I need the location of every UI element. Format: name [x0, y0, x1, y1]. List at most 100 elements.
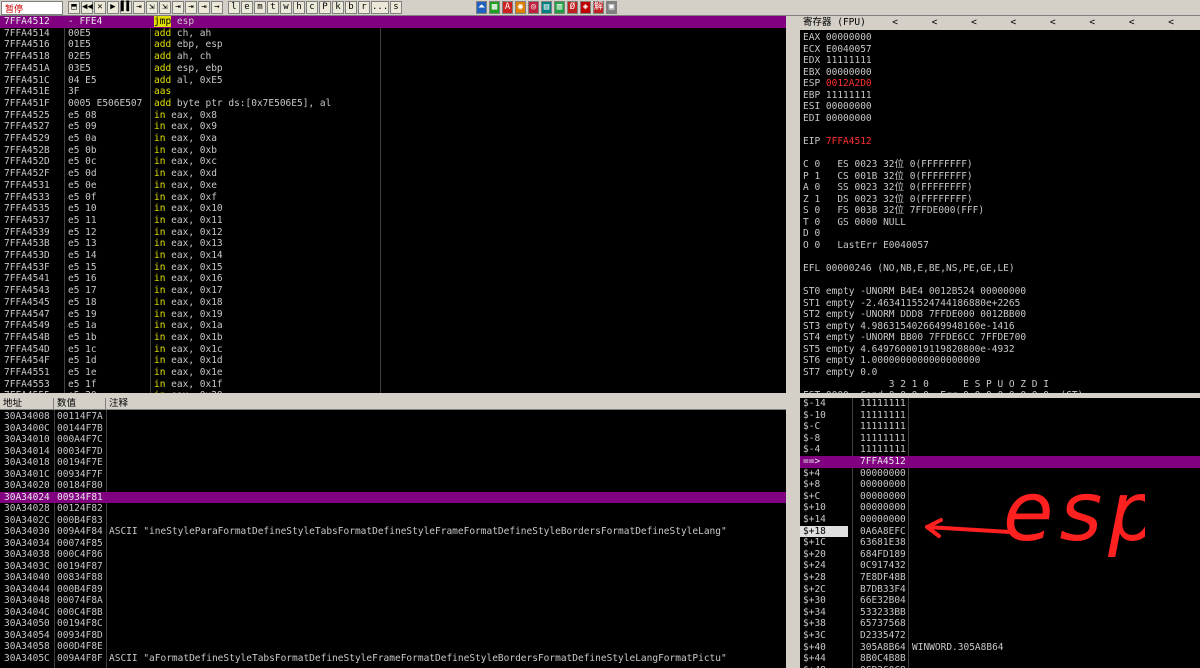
disasm-row[interactable]: 7FFA4543 e5 17 in eax, 0x17 [0, 285, 786, 297]
disasm-row[interactable]: 7FFA4553 e5 1f in eax, 0x1f [0, 379, 786, 391]
disasm-row[interactable]: 7FFA451E 3F aas [0, 86, 786, 98]
disasm-row[interactable]: 7FFA4537 e5 11 in eax, 0x11 [0, 215, 786, 227]
toolbar-icon[interactable]: ▦ [489, 1, 500, 14]
register-line[interactable]: EFL 00000246 (NO,NB,E,BE,NS,PE,GE,LE) [803, 263, 1015, 275]
toolbar-icon[interactable]: ▥ [554, 1, 565, 14]
stack-row[interactable]: $-14 11111111 [800, 398, 1200, 410]
stack-row[interactable]: $-C 11111111 [800, 421, 1200, 433]
toolbar-letter-button[interactable]: P [319, 1, 331, 14]
stack-row[interactable]: $-4 11111111 [800, 444, 1200, 456]
memory-dump-pane[interactable]: 地址 数值 注释 30A34008 00114F7A 30A3400C 00144F7… [0, 398, 786, 668]
toolbar-letter-button[interactable]: e [241, 1, 253, 14]
toolbar-button[interactable]: ⇥ [172, 1, 184, 14]
disasm-row[interactable]: 7FFA4527 e5 09 in eax, 0x9 [0, 121, 786, 133]
toolbar-button[interactable]: ▶ [107, 1, 119, 14]
disasm-row[interactable]: 7FFA4535 e5 10 in eax, 0x10 [0, 203, 786, 215]
stack-row[interactable]: $-8 11111111 [800, 433, 1200, 445]
register-line[interactable]: ST6 empty 1.0000000000000000000 [803, 355, 980, 367]
toolbar-letter-button[interactable]: ... [371, 1, 389, 14]
header-value[interactable]: 数值 [54, 398, 106, 410]
stack-row[interactable]: $+30 66E32B04 [800, 595, 1200, 607]
dump-row[interactable]: 30A34014 00034F7D [0, 446, 786, 458]
disasm-row[interactable]: 7FFA454B e5 1b in eax, 0x1b [0, 332, 786, 344]
toolbar-button[interactable]: ⇲ [146, 1, 158, 14]
dump-row[interactable]: 30A34050 00194F8C [0, 618, 786, 630]
dump-row[interactable]: 30A3405C 009A4F8F ASCII "aFormatDefineStyl… [0, 653, 786, 665]
register-line[interactable]: EBX 00000000 [803, 67, 872, 79]
dump-row[interactable]: 30A34054 00934F8D [0, 630, 786, 642]
header-comment[interactable]: 注释 [106, 398, 786, 410]
register-line[interactable]: C 0 ES 0023 32位 0(FFFFFFFF) [803, 159, 973, 171]
dump-row[interactable]: 30A34028 00124F82 [0, 503, 786, 515]
toolbar-button[interactable]: ⇥ [185, 1, 197, 14]
stack-row[interactable]: $+38 65737568 [800, 618, 1200, 630]
dump-row[interactable]: 30A34018 00194F7E [0, 457, 786, 469]
toolbar-button[interactable]: ⇲ [159, 1, 171, 14]
toolbar-letter-button[interactable]: t [267, 1, 279, 14]
vertical-splitter-bottom[interactable] [786, 398, 800, 668]
register-line[interactable]: EDI 00000000 [803, 113, 872, 125]
registers-pane[interactable]: 寄存器 (FPU) < < < < < < < < EAX 00000000 EC… [800, 16, 1200, 393]
register-line[interactable]: ST0 empty -UNORM B4E4 0012B524 00000000 [803, 286, 1026, 298]
toolbar-button[interactable]: ▌▌ [120, 1, 132, 14]
stack-row[interactable]: $+34 533233BB [800, 607, 1200, 619]
disasm-row[interactable]: 7FFA4514 00E5 add ch, ah [0, 28, 786, 40]
disasm-row[interactable]: 7FFA451C 04 E5 add al, 0xE5 [0, 75, 786, 87]
register-line[interactable]: ECX E0040057 [803, 44, 872, 56]
disasm-row[interactable]: 7FFA4518 02E5 add ah, ch [0, 51, 786, 63]
register-line[interactable]: Z 1 DS 0023 32位 0(FFFFFFFF) [803, 194, 973, 206]
dump-row[interactable]: 30A34058 000D4F8E [0, 641, 786, 653]
disasm-row[interactable]: 7FFA4539 e5 12 in eax, 0x12 [0, 227, 786, 239]
stack-row[interactable]: $+28 7E8DF48B [800, 572, 1200, 584]
disasm-row[interactable]: 7FFA451F 0005 E506E507 add byte ptr ds:[0x… [0, 98, 786, 110]
register-line[interactable]: ESI 00000000 [803, 101, 872, 113]
register-line[interactable]: ST7 empty 0.0 [803, 367, 877, 379]
dump-row[interactable]: 30A34044 000B4F89 [0, 584, 786, 596]
toolbar-button[interactable]: ⇥ [198, 1, 210, 14]
toolbar-icon[interactable]: ⏶ [476, 1, 487, 14]
dump-row[interactable]: 30A3403C 00194F87 [0, 561, 786, 573]
disasm-row[interactable]: 7FFA454D e5 1c in eax, 0x1c [0, 344, 786, 356]
toolbar-letter-button[interactable]: m [254, 1, 266, 14]
toolbar-letter-button[interactable]: r [358, 1, 370, 14]
toolbar-button[interactable]: ◀◀ [81, 1, 93, 14]
register-line[interactable]: EIP 7FFA4512 [803, 136, 872, 148]
disasm-row[interactable]: 7FFA4529 e5 0a in eax, 0xa [0, 133, 786, 145]
register-line[interactable]: A 0 SS 0023 32位 0(FFFFFFFF) [803, 182, 973, 194]
register-line[interactable]: ST5 empty 4.6497600019119820800e-4932 [803, 344, 1015, 356]
dump-row[interactable]: 30A34030 009A4F84 ASCII "ineStyleParaForma… [0, 526, 786, 538]
stack-row[interactable]: $+44 8B0C4B8B [800, 653, 1200, 665]
register-line[interactable]: ST3 empty 4.9863154026649948160e-1416 [803, 321, 1015, 333]
register-line[interactable]: ST1 empty -2.4634115524744186880e+2265 [803, 298, 1020, 310]
disasm-row[interactable]: 7FFA4541 e5 16 in eax, 0x16 [0, 273, 786, 285]
toolbar-letter-button[interactable]: h [293, 1, 305, 14]
dump-row[interactable]: 30A3401C 00934F7F [0, 469, 786, 481]
disasm-row[interactable]: 7FFA451A 03E5 add esp, ebp [0, 63, 786, 75]
toolbar-icon[interactable]: Ø [567, 1, 578, 14]
disasm-row[interactable]: 7FFA453D e5 14 in eax, 0x14 [0, 250, 786, 262]
register-line[interactable]: ESP 0012A2D0 [803, 78, 872, 90]
toolbar-letter-button[interactable]: c [306, 1, 318, 14]
register-line[interactable]: ST2 empty -UNORM DDD8 7FFDE000 0012BB00 [803, 309, 1026, 321]
toolbar-icon[interactable]: 解 [593, 1, 604, 14]
disasm-row[interactable]: 7FFA4525 e5 08 in eax, 0x8 [0, 110, 786, 122]
disasm-row[interactable]: 7FFA4512 - FFE4 jmp esp [0, 16, 786, 28]
toolbar-icon[interactable]: ◈ [580, 1, 591, 14]
dump-row[interactable]: 30A34040 00834F88 [0, 572, 786, 584]
toolbar-letter-button[interactable]: s [390, 1, 402, 14]
disasm-row[interactable]: 7FFA452B e5 0b in eax, 0xb [0, 145, 786, 157]
dump-row[interactable]: 30A34048 00074F8A [0, 595, 786, 607]
stack-row[interactable]: ==> 7FFA4512 [800, 456, 1200, 468]
toolbar-button[interactable]: ⬒ [68, 1, 80, 14]
register-line[interactable]: T 0 GS 0000 NULL [803, 217, 906, 229]
dump-row[interactable]: 30A34010 000A4F7C [0, 434, 786, 446]
dump-row[interactable]: 30A3400C 00144F7B [0, 423, 786, 435]
register-line[interactable]: S 0 FS 003B 32位 7FFDE000(FFF) [803, 205, 984, 217]
disasm-row[interactable]: 7FFA452F e5 0d in eax, 0xd [0, 168, 786, 180]
dump-row[interactable]: 30A34020 00184F80 [0, 480, 786, 492]
register-line[interactable]: EDX 11111111 [803, 55, 872, 67]
toolbar-icon[interactable]: ▣ [606, 1, 617, 14]
dump-row[interactable]: 30A34008 00114F7A [0, 411, 786, 423]
dump-row[interactable]: 30A3402C 000B4F83 [0, 515, 786, 527]
disassembly-pane[interactable]: 7FFA4512 - FFE4 jmp esp 7FFA4514 00E5 add ch,… [0, 16, 786, 393]
